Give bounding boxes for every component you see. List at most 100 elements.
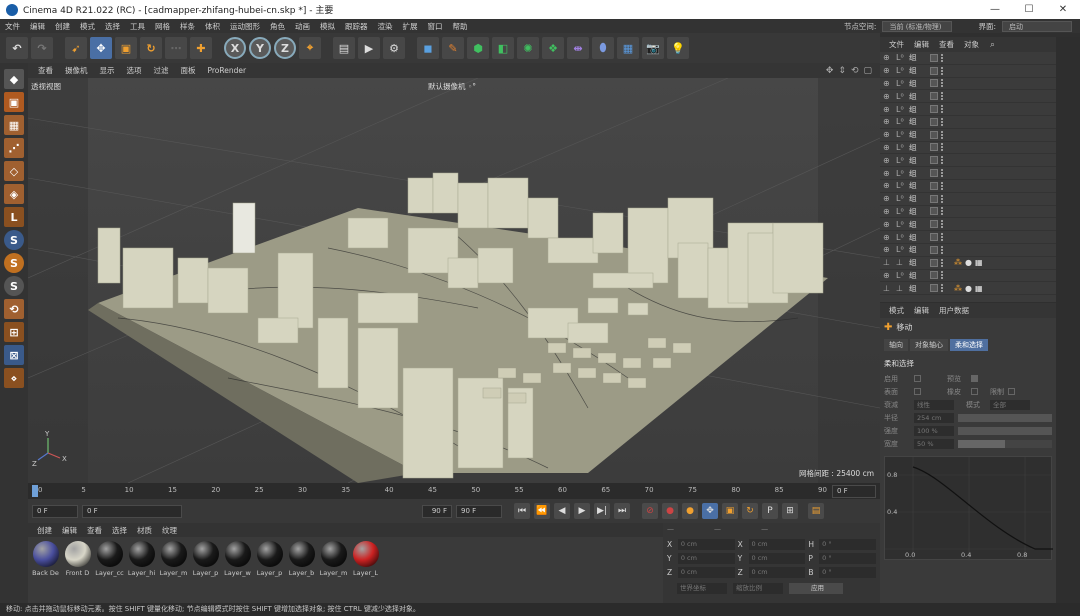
- tab-axis[interactable]: 轴向: [884, 339, 908, 351]
- layer-visibility-icon[interactable]: [930, 284, 938, 293]
- group-expand-icon[interactable]: ⊕: [883, 233, 893, 242]
- object-row[interactable]: ⊕ L⁰ 组: [880, 142, 1056, 155]
- group-expand-icon[interactable]: ⊕: [883, 220, 893, 229]
- subdivision-icon[interactable]: ⬢: [467, 37, 489, 59]
- material-item[interactable]: Back De: [30, 541, 61, 603]
- shape-dropdown[interactable]: 全部: [990, 399, 1030, 410]
- camera-icon[interactable]: 📷: [642, 37, 664, 59]
- viewport-menu-view[interactable]: 查看: [32, 65, 59, 76]
- material-tag-icon[interactable]: ●: [965, 284, 972, 293]
- toggle-view-icon[interactable]: ▢: [863, 66, 872, 76]
- pen-icon[interactable]: ✎: [442, 37, 464, 59]
- menu-edit[interactable]: 编辑: [25, 21, 50, 32]
- surface-checkbox[interactable]: [914, 388, 921, 395]
- null-object-icon[interactable]: ⊥: [883, 284, 893, 293]
- menu-mograph[interactable]: 运动图形: [225, 21, 265, 32]
- quantize-icon[interactable]: S: [4, 276, 24, 296]
- enable-checkbox[interactable]: [914, 375, 921, 382]
- max-frame-field[interactable]: 90 F: [422, 504, 452, 518]
- group-expand-icon[interactable]: ⊕: [883, 169, 893, 178]
- object-row[interactable]: ⊕ L⁰ 组: [880, 180, 1056, 193]
- group-expand-icon[interactable]: ⊕: [883, 105, 893, 114]
- visibility-dots-icon[interactable]: [941, 66, 945, 75]
- recent-tools-icon[interactable]: ⋯: [165, 37, 187, 59]
- material-item[interactable]: Layer_m: [318, 541, 349, 603]
- layer-visibility-icon[interactable]: [930, 105, 938, 114]
- polygon-mode-icon[interactable]: ◈: [4, 184, 24, 204]
- pan-view-icon[interactable]: ✥: [826, 66, 834, 76]
- group-expand-icon[interactable]: ⊕: [883, 271, 893, 280]
- layer-visibility-icon[interactable]: [930, 143, 938, 152]
- radius-field[interactable]: 254 cm: [914, 412, 954, 423]
- menu-tracker[interactable]: 跟踪器: [340, 21, 373, 32]
- visibility-dots-icon[interactable]: [941, 130, 945, 139]
- width-slider[interactable]: [958, 439, 1052, 448]
- rotation-p-field[interactable]: 0 °: [819, 552, 877, 564]
- viewport-menu-display[interactable]: 显示: [94, 65, 121, 76]
- object-row[interactable]: ⊕ L⁰ 组: [880, 206, 1056, 219]
- layer-visibility-icon[interactable]: [930, 258, 938, 267]
- falloff-dropdown[interactable]: 线性: [914, 399, 954, 410]
- position-x-field[interactable]: 0 cm: [677, 538, 735, 550]
- autokeying-icon[interactable]: ●: [662, 503, 678, 519]
- object-row[interactable]: ⊕ L⁰ 组: [880, 116, 1056, 129]
- undo-icon[interactable]: ↶: [6, 37, 28, 59]
- group-expand-icon[interactable]: ⊕: [883, 117, 893, 126]
- planar-workplane-icon[interactable]: ⋄: [4, 368, 24, 388]
- add-object-icon[interactable]: ✚: [190, 37, 212, 59]
- object-row[interactable]: ⊕ L⁰ 组: [880, 270, 1056, 283]
- visibility-dots-icon[interactable]: [941, 117, 945, 126]
- layer-visibility-icon[interactable]: [930, 194, 938, 203]
- viewport-menu-options[interactable]: 选项: [121, 65, 148, 76]
- apply-button[interactable]: 应用: [789, 582, 843, 594]
- menu-animate[interactable]: 动画: [290, 21, 315, 32]
- menu-window[interactable]: 窗口: [423, 21, 448, 32]
- menu-tools[interactable]: 工具: [125, 21, 150, 32]
- rubber-checkbox[interactable]: [971, 388, 978, 395]
- extrude-icon[interactable]: ◧: [492, 37, 514, 59]
- cube-icon[interactable]: ◼: [417, 37, 439, 59]
- rotation-h-field[interactable]: 0 °: [819, 538, 877, 550]
- tab-soft-selection[interactable]: 柔和选择: [950, 339, 988, 351]
- layer-visibility-icon[interactable]: [930, 66, 938, 75]
- restrict-checkbox[interactable]: [1008, 388, 1015, 395]
- visibility-dots-icon[interactable]: [941, 156, 945, 165]
- timeline-window-icon[interactable]: ▤: [808, 503, 824, 519]
- object-menu-view[interactable]: 查看: [934, 39, 959, 50]
- size-z-field[interactable]: 0 cm: [748, 566, 806, 578]
- visibility-dots-icon[interactable]: [941, 271, 945, 280]
- material-menu-select[interactable]: 选择: [107, 525, 132, 536]
- texture-tag-icon[interactable]: ▦: [975, 258, 983, 267]
- layer-visibility-icon[interactable]: [930, 92, 938, 101]
- point-mode-icon[interactable]: ⋰: [4, 138, 24, 158]
- z-axis-lock-icon[interactable]: Z: [274, 37, 296, 59]
- visibility-dots-icon[interactable]: [941, 245, 945, 254]
- coordinate-system-icon[interactable]: ⌖: [299, 37, 321, 59]
- null-object-icon[interactable]: ⊥: [883, 258, 893, 267]
- layer-visibility-icon[interactable]: [930, 245, 938, 254]
- group-expand-icon[interactable]: ⊕: [883, 143, 893, 152]
- layer-visibility-icon[interactable]: [930, 181, 938, 190]
- texture-tag-icon[interactable]: ▦: [975, 284, 983, 293]
- layer-visibility-icon[interactable]: [930, 156, 938, 165]
- visibility-dots-icon[interactable]: [941, 181, 945, 190]
- object-row[interactable]: ⊕ L⁰ 组: [880, 244, 1056, 257]
- radius-slider[interactable]: [958, 413, 1052, 422]
- layer-visibility-icon[interactable]: [930, 271, 938, 280]
- material-item[interactable]: Front D: [62, 541, 93, 603]
- current-frame-field[interactable]: 0 F: [832, 485, 876, 498]
- viewport-menu-panel[interactable]: 面板: [175, 65, 202, 76]
- scale-tool-icon[interactable]: ▣: [115, 37, 137, 59]
- viewport-camera-label[interactable]: 默认摄像机 ◦°: [428, 81, 476, 92]
- material-item[interactable]: Layer_b: [286, 541, 317, 603]
- tab-object-axis[interactable]: 对象轴心: [910, 339, 948, 351]
- falloff-graph[interactable]: 0.8 0.4 0.0 0.4 0.8: [884, 456, 1053, 561]
- render-to-picture-viewer-icon[interactable]: ▶: [358, 37, 380, 59]
- attribute-menu-edit[interactable]: 编辑: [909, 305, 934, 316]
- scale-key-icon[interactable]: ▣: [722, 503, 738, 519]
- object-menu-file[interactable]: 文件: [884, 39, 909, 50]
- material-item[interactable]: Layer_cc: [94, 541, 125, 603]
- minimize-button[interactable]: —: [978, 4, 1012, 15]
- play-icon[interactable]: ▶: [574, 503, 590, 519]
- group-expand-icon[interactable]: ⊕: [883, 92, 893, 101]
